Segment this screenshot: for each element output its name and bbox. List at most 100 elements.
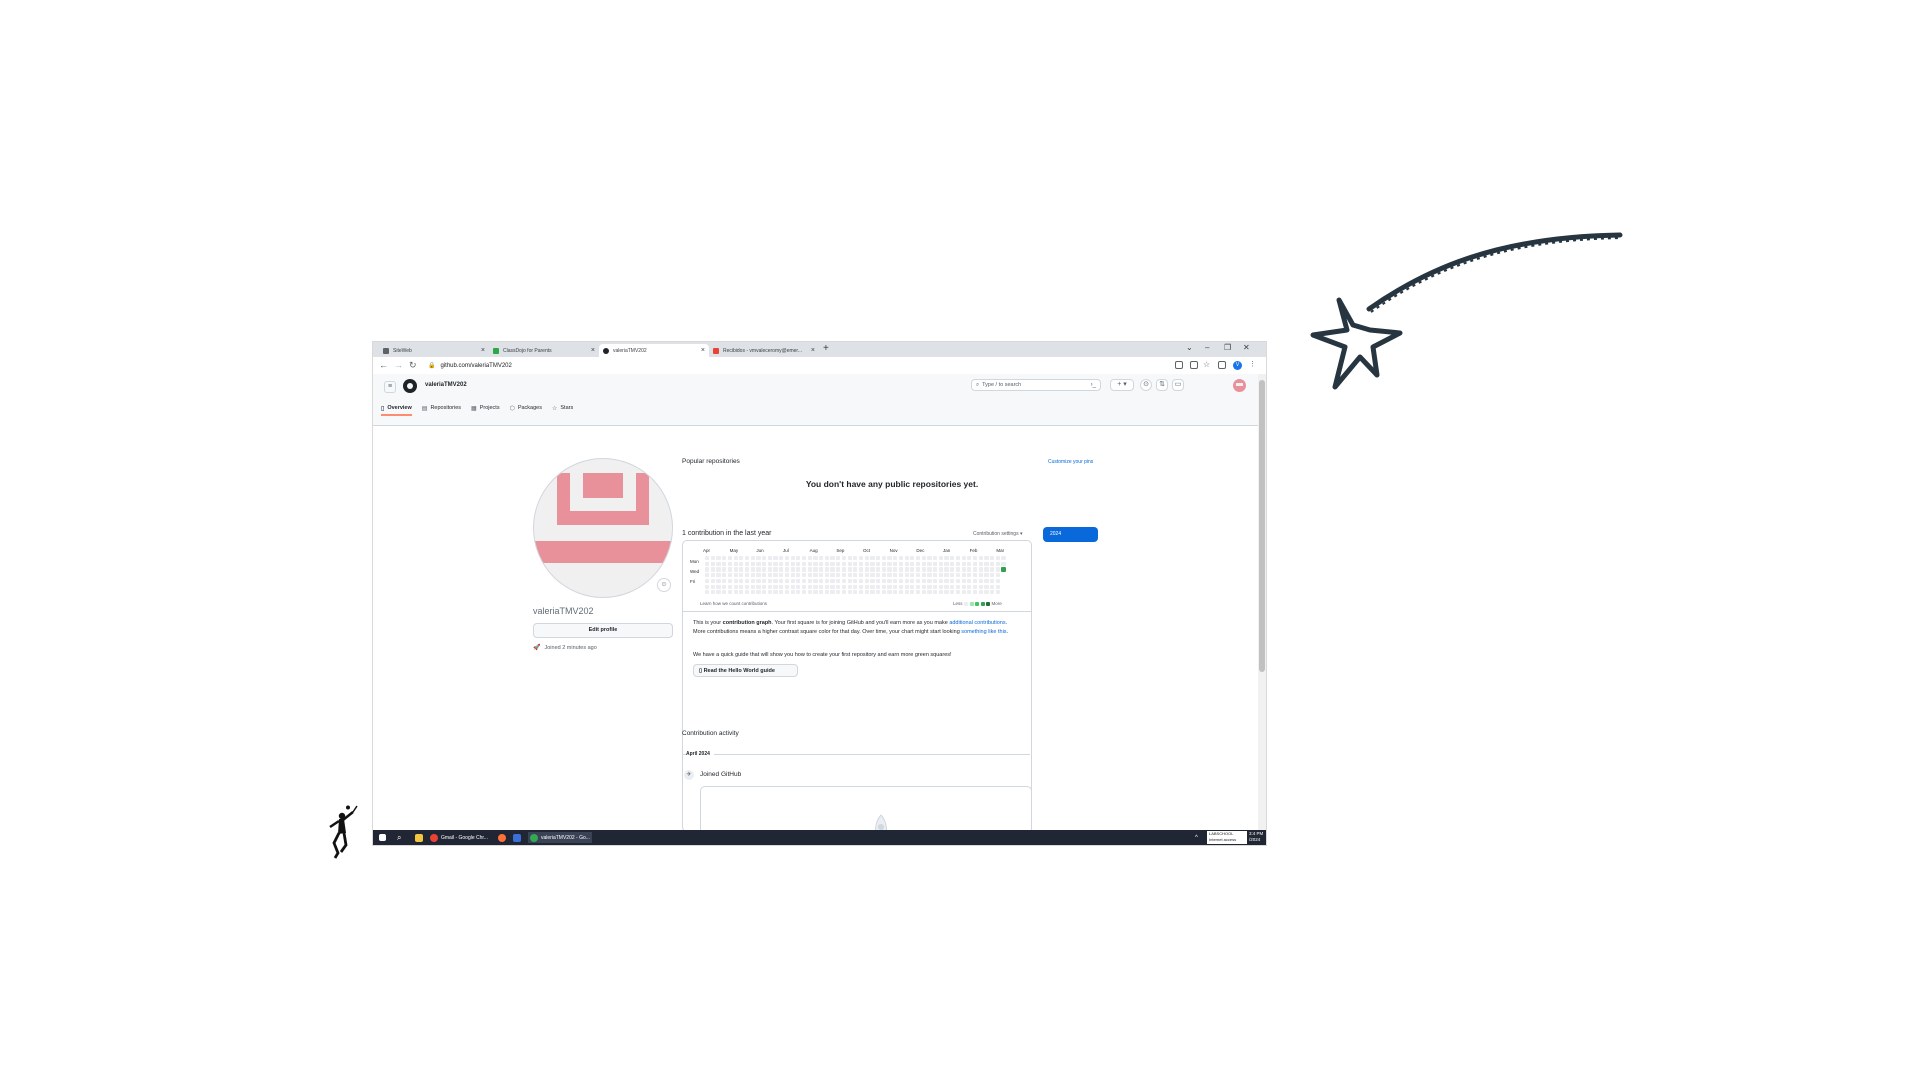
contribution-cell[interactable] xyxy=(910,590,915,595)
pull-requests-icon[interactable]: ⇅ xyxy=(1156,379,1168,391)
contribution-cell[interactable] xyxy=(995,590,1000,595)
contribution-cell[interactable] xyxy=(773,578,778,584)
contribution-cell[interactable] xyxy=(893,578,898,584)
contribution-cell[interactable] xyxy=(744,578,750,584)
contribution-cell[interactable] xyxy=(784,556,790,561)
contribution-cell[interactable] xyxy=(779,590,784,595)
close-icon[interactable]: × xyxy=(701,347,705,354)
contribution-cell[interactable] xyxy=(944,584,949,589)
contribution-cell[interactable] xyxy=(887,578,892,584)
contribution-cell[interactable] xyxy=(739,584,744,589)
contribution-cell[interactable] xyxy=(904,573,909,578)
contribution-cell[interactable] xyxy=(836,556,841,561)
contribution-cell[interactable] xyxy=(904,567,909,572)
contribution-cell[interactable] xyxy=(841,584,847,589)
contribution-cell[interactable] xyxy=(887,590,892,595)
contribution-cell[interactable] xyxy=(807,567,812,572)
contribution-cell[interactable] xyxy=(744,573,750,578)
contribution-cell[interactable] xyxy=(990,578,995,584)
contribution-cell[interactable] xyxy=(898,567,904,572)
clock[interactable]: 3:4 PM /2024 xyxy=(1249,831,1263,843)
contribution-cell[interactable] xyxy=(978,556,983,561)
contribution-cell[interactable] xyxy=(984,567,989,572)
contribution-cell[interactable] xyxy=(841,573,847,578)
contribution-cell[interactable] xyxy=(927,590,932,595)
close-window-button[interactable]: ✕ xyxy=(1243,343,1250,352)
contribution-cell[interactable] xyxy=(750,578,755,584)
contribution-cell[interactable] xyxy=(876,567,881,572)
contribution-cell[interactable] xyxy=(762,590,767,595)
contribution-cell[interactable] xyxy=(813,556,818,561)
contribution-cell[interactable] xyxy=(881,578,886,584)
contribution-cell[interactable] xyxy=(796,556,801,561)
contribution-cell[interactable] xyxy=(864,561,869,566)
search-input[interactable]: ⌕ Type / to search ›_ xyxy=(971,379,1101,391)
contribution-cell[interactable] xyxy=(910,567,915,572)
contribution-cell[interactable] xyxy=(1001,567,1006,572)
contribution-cell[interactable] xyxy=(750,573,755,578)
contribution-cell[interactable] xyxy=(784,567,790,572)
contribution-cell[interactable] xyxy=(921,556,926,561)
contribution-cell[interactable] xyxy=(961,578,966,584)
contribution-cell[interactable] xyxy=(773,567,778,572)
contribution-cell[interactable] xyxy=(767,590,772,595)
contribution-cell[interactable] xyxy=(984,573,989,578)
contribution-cell[interactable] xyxy=(870,573,875,578)
contribution-cell[interactable] xyxy=(744,584,750,589)
contribution-cell[interactable] xyxy=(762,567,767,572)
contribution-cell[interactable] xyxy=(995,561,1000,566)
forward-icon[interactable]: → xyxy=(394,360,403,370)
contribution-cell[interactable] xyxy=(881,556,886,561)
contribution-cell[interactable] xyxy=(727,590,733,595)
scroll-thumb[interactable] xyxy=(1259,380,1265,672)
contribution-cell[interactable] xyxy=(853,567,858,572)
contribution-cell[interactable] xyxy=(972,556,978,561)
contribution-cell[interactable] xyxy=(853,590,858,595)
customize-pins-link[interactable]: Customize your pins xyxy=(1048,459,1093,465)
contribution-cell[interactable] xyxy=(744,556,750,561)
contribution-cell[interactable] xyxy=(876,573,881,578)
contribution-cell[interactable] xyxy=(750,590,755,595)
contribution-cell[interactable] xyxy=(995,556,1000,561)
contribution-cell[interactable] xyxy=(807,584,812,589)
contribution-cell[interactable] xyxy=(807,556,812,561)
contribution-cell[interactable] xyxy=(881,561,886,566)
contribution-cell[interactable] xyxy=(807,590,812,595)
contribution-cell[interactable] xyxy=(779,561,784,566)
contribution-cell[interactable] xyxy=(716,573,721,578)
contribution-cell[interactable] xyxy=(739,573,744,578)
contribution-cell[interactable] xyxy=(801,573,807,578)
contribution-cell[interactable] xyxy=(705,567,710,572)
contribution-cell[interactable] xyxy=(984,584,989,589)
set-status-smiley-icon[interactable]: ☺ xyxy=(657,578,671,592)
contribution-cell[interactable] xyxy=(716,561,721,566)
contribution-cell[interactable] xyxy=(990,590,995,595)
contribution-cell[interactable] xyxy=(876,556,881,561)
contribution-cell[interactable] xyxy=(762,584,767,589)
contribution-cell[interactable] xyxy=(847,556,852,561)
contribution-cell[interactable] xyxy=(819,590,824,595)
contribution-cell[interactable] xyxy=(710,567,715,572)
contribution-cell[interactable] xyxy=(813,561,818,566)
contribution-cell[interactable] xyxy=(756,573,761,578)
contribution-cell[interactable] xyxy=(705,584,710,589)
contribution-cell[interactable] xyxy=(933,573,938,578)
contribution-cell[interactable] xyxy=(801,561,807,566)
close-icon[interactable]: × xyxy=(591,347,595,354)
browser-profile-avatar[interactable]: V xyxy=(1233,361,1242,370)
contribution-cell[interactable] xyxy=(750,567,755,572)
contribution-cell[interactable] xyxy=(887,567,892,572)
contribution-cell[interactable] xyxy=(847,561,852,566)
contribution-cell[interactable] xyxy=(830,556,835,561)
tab-repositories[interactable]: ▤ Repositories xyxy=(422,402,461,414)
contribution-cell[interactable] xyxy=(819,567,824,572)
contribution-cell[interactable] xyxy=(773,561,778,566)
contribution-cell[interactable] xyxy=(870,590,875,595)
start-button[interactable] xyxy=(379,832,386,843)
contribution-cell[interactable] xyxy=(819,584,824,589)
contribution-cell[interactable] xyxy=(893,561,898,566)
contribution-cell[interactable] xyxy=(944,578,949,584)
contribution-cell[interactable] xyxy=(876,561,881,566)
contribution-cell[interactable] xyxy=(876,590,881,595)
tab-gmail[interactable]: Recibidos - vmvaleceromy@emer... × xyxy=(709,344,819,357)
